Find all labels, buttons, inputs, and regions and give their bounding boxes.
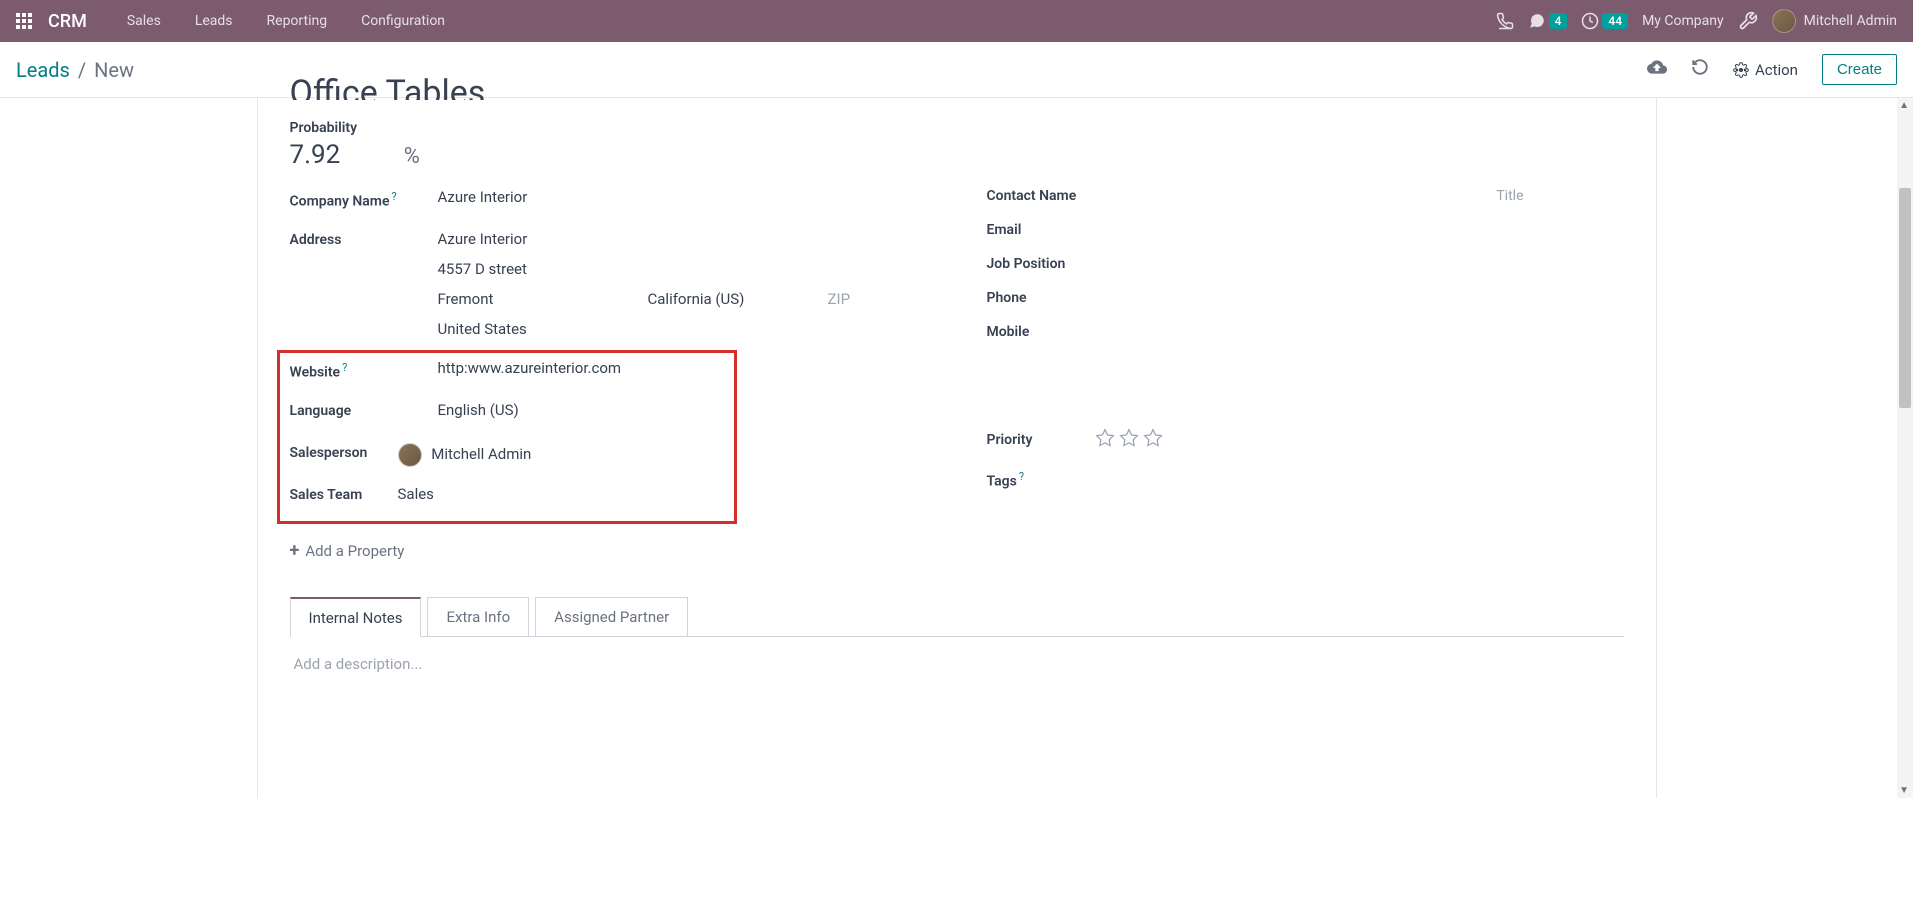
address-city[interactable]: Fremont — [438, 290, 598, 308]
description-field[interactable]: Add a description... — [294, 655, 1620, 673]
probability-section: Probability 7.92 % — [290, 120, 1624, 170]
contact-name-label: Contact Name — [987, 188, 1095, 204]
user-avatar-icon — [1772, 9, 1796, 33]
scrollbar[interactable]: ▲ ▼ — [1897, 98, 1913, 798]
main-content: Office Tables Probability 7.92 % Company… — [0, 98, 1913, 798]
address-zip[interactable]: ZIP — [828, 290, 851, 308]
language-label: Language — [290, 401, 438, 419]
activities-badge: 44 — [1602, 13, 1628, 29]
address-country[interactable]: United States — [438, 320, 927, 338]
address-state[interactable]: California (US) — [648, 290, 778, 308]
tab-assigned-partner[interactable]: Assigned Partner — [535, 597, 688, 637]
create-button[interactable]: Create — [1822, 54, 1897, 85]
form-sheet: Office Tables Probability 7.92 % Company… — [257, 98, 1657, 798]
scroll-thumb[interactable] — [1899, 188, 1911, 408]
mobile-label: Mobile — [987, 324, 1095, 340]
address-fields[interactable]: Azure Interior 4557 D street Fremont Cal… — [438, 230, 927, 338]
discard-icon[interactable] — [1691, 58, 1709, 81]
scroll-up-icon[interactable]: ▲ — [1899, 100, 1909, 111]
debug-icon[interactable] — [1738, 11, 1758, 31]
address-line2[interactable]: 4557 D street — [438, 260, 927, 278]
company-selector[interactable]: My Company — [1642, 13, 1724, 29]
title-field[interactable]: Title — [1496, 188, 1623, 204]
messages-badge: 4 — [1549, 13, 1568, 29]
apps-icon[interactable] — [16, 13, 32, 29]
priority-stars[interactable] — [1095, 428, 1163, 452]
cloud-save-icon[interactable] — [1647, 57, 1667, 82]
priority-label: Priority — [987, 432, 1095, 448]
highlighted-region: Website? http:www.azureinterior.com Lang… — [277, 350, 737, 524]
user-name: Mitchell Admin — [1804, 13, 1897, 29]
email-label: Email — [987, 222, 1095, 238]
phone-label: Phone — [987, 290, 1095, 306]
website-label: Website? — [290, 359, 438, 381]
top-navigation: CRM Sales Leads Reporting Configuration … — [0, 0, 1913, 42]
tab-internal-notes[interactable]: Internal Notes — [290, 597, 422, 637]
star-1-icon[interactable] — [1095, 428, 1115, 452]
breadcrumb-separator: / — [78, 58, 86, 82]
scroll-down-icon[interactable]: ▼ — [1899, 785, 1909, 796]
star-2-icon[interactable] — [1119, 428, 1139, 452]
breadcrumb-leads[interactable]: Leads — [16, 58, 70, 82]
add-property-button[interactable]: + Add a Property — [290, 540, 927, 561]
actions-right: Action Create — [1647, 54, 1897, 85]
record-title[interactable]: Office Tables — [290, 76, 1624, 100]
breadcrumb-current: New — [94, 58, 134, 82]
nav-right: 4 44 My Company Mitchell Admin — [1496, 9, 1897, 33]
activities-icon[interactable]: 44 — [1581, 12, 1628, 30]
user-menu[interactable]: Mitchell Admin — [1772, 9, 1897, 33]
company-name-label: Company Name? — [290, 188, 438, 210]
messages-icon[interactable]: 4 — [1528, 12, 1568, 30]
tags-label: Tags? — [987, 470, 1095, 490]
action-dropdown[interactable]: Action — [1733, 61, 1798, 79]
nav-configuration[interactable]: Configuration — [347, 13, 459, 29]
form-left-column: Company Name? Azure Interior Address Azu… — [290, 188, 927, 561]
website-field[interactable]: http:www.azureinterior.com — [438, 359, 724, 377]
phone-icon[interactable] — [1496, 12, 1514, 30]
nav-left: CRM Sales Leads Reporting Configuration — [16, 11, 459, 32]
plus-icon: + — [290, 540, 300, 561]
salesperson-avatar-icon — [398, 443, 422, 467]
probability-label: Probability — [290, 120, 1624, 136]
tab-extra-info[interactable]: Extra Info — [427, 597, 529, 637]
language-field[interactable]: English (US) — [438, 401, 724, 419]
form-grid: Company Name? Azure Interior Address Azu… — [290, 188, 1624, 561]
app-brand[interactable]: CRM — [48, 11, 87, 32]
job-position-label: Job Position — [987, 256, 1095, 272]
nav-sales[interactable]: Sales — [113, 13, 175, 29]
address-label: Address — [290, 230, 438, 248]
probability-value[interactable]: 7.92 — [290, 140, 401, 170]
sales-team-field[interactable]: Sales — [398, 485, 724, 503]
percent-symbol: % — [404, 144, 420, 169]
company-name-field[interactable]: Azure Interior — [438, 188, 927, 206]
star-3-icon[interactable] — [1143, 428, 1163, 452]
address-line1[interactable]: Azure Interior — [438, 230, 927, 248]
breadcrumb: Leads / New — [16, 58, 134, 82]
notebook-tabs: Internal Notes Extra Info Assigned Partn… — [290, 597, 1624, 637]
salesperson-field[interactable]: Mitchell Admin — [398, 443, 724, 467]
tab-content: Add a description... — [290, 637, 1624, 691]
nav-reporting[interactable]: Reporting — [253, 13, 342, 29]
form-right-column: Contact Name Title Email Job Position Ph… — [987, 188, 1624, 561]
nav-leads[interactable]: Leads — [181, 13, 247, 29]
